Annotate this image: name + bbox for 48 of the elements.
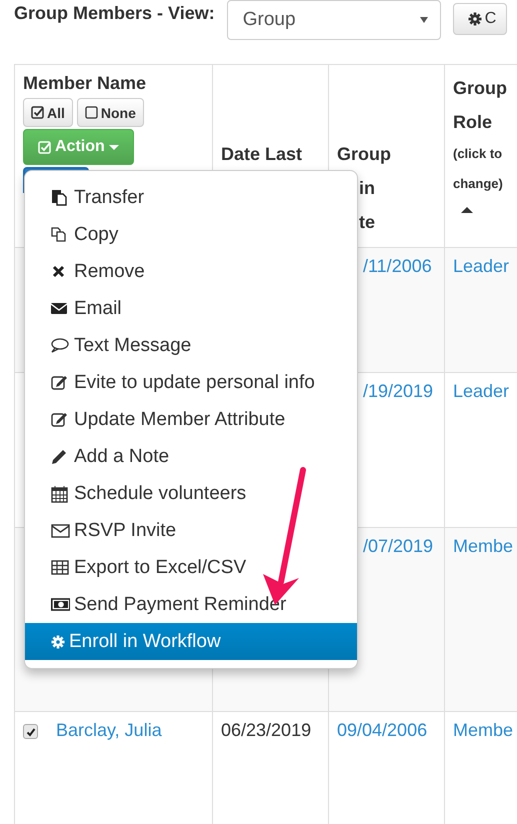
table-icon [51,558,70,576]
role-link[interactable]: Membe [453,720,514,740]
view-select[interactable]: Group [226,0,441,40]
edit-icon [51,374,70,392]
menu-item[interactable]: Export to Excel/CSV [25,549,357,586]
checkbox-icon [84,106,98,119]
checkbox-icon [31,106,44,119]
menu-item[interactable]: Enroll in Workflow [25,623,357,660]
select-all-button[interactable]: All [23,98,73,127]
date-link[interactable]: 09/04/2006 [337,720,428,740]
calendar-icon [51,484,70,502]
menu-item[interactable]: Remove [25,253,357,290]
member-link[interactable]: Barclay, Julia [56,720,162,741]
menu-item[interactable]: Evite to update personal info [25,364,357,401]
row-checkbox[interactable] [23,724,38,739]
column-header: Group [453,77,508,100]
page-title: Group Members - View: [14,3,215,24]
caret-icon [420,17,428,23]
column-header: Member Name [23,73,148,94]
menu-item[interactable]: RSVP Invite [25,512,357,549]
column-header: te [358,211,376,234]
menu-item[interactable]: Text Message [25,327,357,364]
menu-item[interactable]: Add a Note [25,438,357,475]
banknote-icon [51,596,70,614]
column-header: in [358,177,376,200]
select-none-button[interactable]: None [76,98,144,127]
column-header: Date Last [221,143,304,166]
sort-up-icon[interactable] [461,207,473,213]
caret-icon [108,144,119,150]
column-header: Group [337,143,392,166]
gear-icon [468,12,482,26]
edit-icon [51,410,70,428]
settings-button[interactable]: C [452,3,508,35]
menu-item[interactable]: Email [25,290,357,327]
menu-item[interactable]: Send Payment Reminder [25,586,357,623]
column-header: Role [453,111,494,134]
role-link[interactable]: Leader [453,381,510,401]
envelope-icon [51,522,70,540]
check-icon [26,726,36,736]
checkbox-icon [38,140,51,154]
table-cell: 06/23/2019 [221,720,312,740]
gear-icon [51,634,65,648]
speech-bubble-icon [51,336,70,354]
column-note: (click to change) [453,145,504,193]
menu-item[interactable]: Transfer [25,179,357,216]
menu-item[interactable]: Copy [25,216,357,253]
menu-item[interactable]: Schedule volunteers [25,475,357,512]
menu-item[interactable]: Update Member Attribute [25,401,357,438]
